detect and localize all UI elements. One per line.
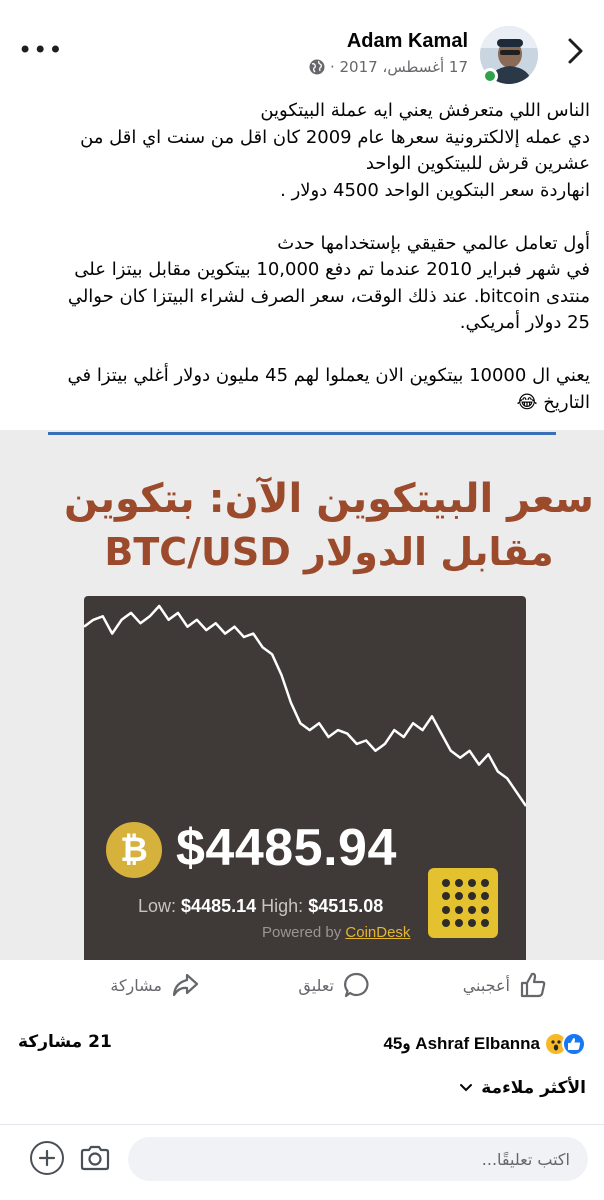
post-body: الناس اللي متعرفش يعني ايه عملة البيتكوي…	[16, 98, 591, 416]
comment-input[interactable]	[128, 1137, 588, 1181]
online-status-dot	[482, 68, 498, 84]
low-value: $4485.14	[181, 896, 257, 916]
share-button[interactable]: مشاركة	[110, 970, 200, 1000]
price-chart	[84, 604, 526, 807]
high-value: $4515.08	[308, 896, 384, 916]
post-image[interactable]: سعر البيتكوين الآن: بتكوين مقابل الدولار…	[0, 430, 604, 960]
share-label: مشاركة	[110, 975, 162, 995]
author-avatar[interactable]	[480, 26, 538, 84]
powered-by: Powered by CoinDesk	[262, 924, 410, 941]
sort-label: الأكثر ملاءمة	[481, 1078, 586, 1098]
reactions-summary[interactable]: Ashraf Elbanna و45	[383, 1032, 586, 1056]
like-label: أعجبني	[462, 975, 510, 995]
post-line: عشرين قرش للبيتكوين الواحد	[365, 153, 590, 174]
globe-icon	[309, 59, 325, 75]
like-button[interactable]: أعجبني	[463, 970, 548, 1000]
current-price: $4485.94	[176, 819, 397, 877]
post-date[interactable]: 17 أغسطس، 2017 ·	[330, 58, 468, 76]
camera-icon[interactable]	[78, 1141, 112, 1175]
reactions-text: Ashraf Elbanna و45	[383, 1034, 540, 1053]
comment-label: تعليق	[298, 975, 334, 995]
comment-composer	[0, 1124, 604, 1200]
post-line: يعني ال 10000 بيتكوين الان يعملوا لهم 45…	[67, 365, 591, 386]
post-line: أول تعامل عالمي حقيقي بإستخدامها حدث	[277, 232, 590, 254]
post-line: التاريخ 😂	[516, 391, 590, 413]
thumbs-up-icon	[520, 972, 546, 998]
share-arrow-icon	[172, 973, 199, 997]
more-options-icon[interactable]: •••	[18, 38, 63, 62]
reaction-icons	[544, 1032, 586, 1056]
price-widget: ₿ $4485.94 Low: $4485.14 High: $4515.08 …	[84, 596, 526, 960]
post-line: 25 دولار أمريكي.	[459, 312, 590, 333]
comment-sort-dropdown[interactable]: الأكثر ملاءمة	[459, 1078, 586, 1098]
post-line: منتدى bitcoin. عند ذلك الوقت، سعر الصرف …	[67, 285, 590, 307]
post-meta: 17 أغسطس، 2017 ·	[309, 58, 468, 76]
coindesk-logo-icon	[428, 868, 498, 938]
low-label: Low:	[138, 896, 177, 916]
high-label: High:	[261, 896, 304, 916]
image-title-line2: مقابل الدولار BTC/USD	[104, 530, 554, 574]
chevron-right-icon[interactable]	[562, 34, 588, 68]
add-attachment-icon[interactable]	[30, 1141, 64, 1175]
post-header: ••• Adam Kamal 17 أغسطس، 2017 ·	[0, 0, 604, 96]
price-series-line	[84, 604, 526, 807]
author-name[interactable]: Adam Kamal	[347, 30, 468, 53]
share-count[interactable]: 21 مشاركة	[18, 1032, 112, 1052]
post-line: الناس اللي متعرفش يعني ايه عملة البيتكوي…	[260, 100, 590, 121]
action-bar: أعجبني تعليق مشاركة	[0, 960, 604, 1012]
like-reaction-icon	[562, 1032, 586, 1056]
post-line: انهاردة سعر البتكوين الواحد 4500 دولار .	[280, 179, 590, 201]
reactions-row: Ashraf Elbanna و45 21 مشاركة	[0, 1018, 604, 1068]
comment-bubble-icon	[344, 972, 369, 998]
powered-label: Powered by	[262, 924, 342, 941]
post-line: في شهر فبراير 2010 عندما تم دفع 10,000 ب…	[74, 259, 590, 280]
chevron-down-icon	[460, 1084, 473, 1092]
coindesk-link[interactable]: CoinDesk	[345, 924, 410, 941]
image-top-divider	[48, 432, 556, 435]
bitcoin-icon: ₿	[106, 822, 162, 878]
image-title-line1: سعر البيتكوين الآن: بتكوين	[64, 476, 594, 522]
low-high-row: Low: $4485.14 High: $4515.08	[138, 896, 383, 917]
comment-button[interactable]: تعليق	[298, 970, 372, 1000]
post-line: دي عمله إلالكترونية سعرها عام 2009 كان ا…	[80, 126, 590, 148]
